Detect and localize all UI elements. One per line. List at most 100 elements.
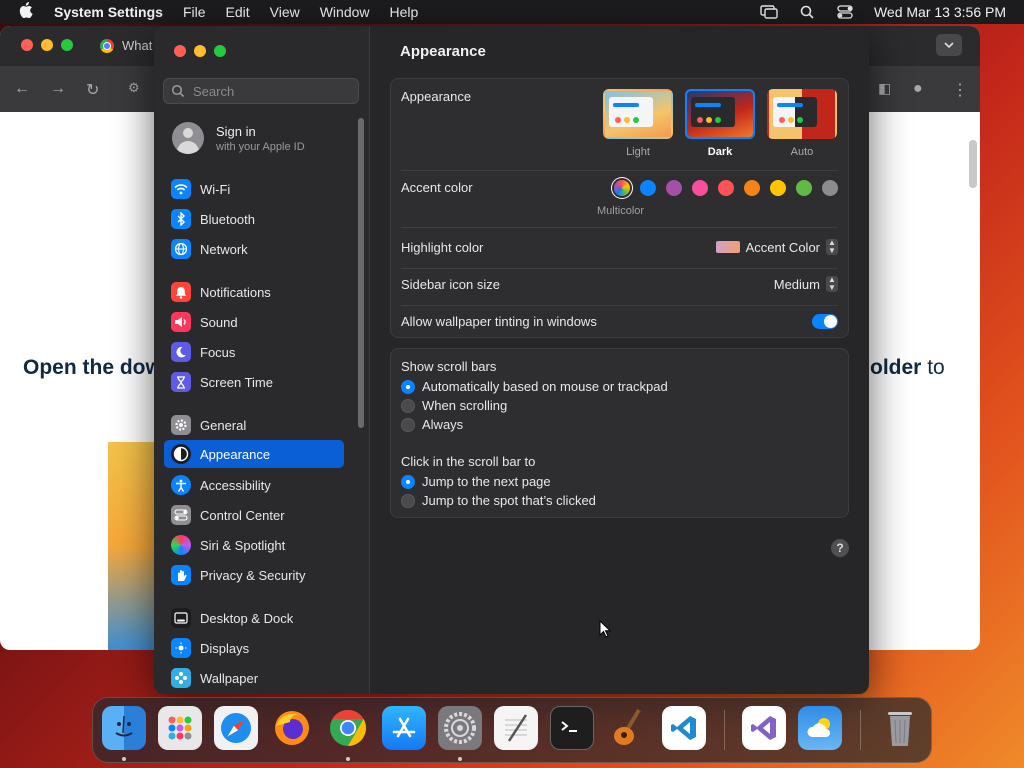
sidebar-item-focus[interactable]: Focus [164, 338, 344, 366]
sidebar-item-label: Notifications [200, 284, 271, 300]
menu-file[interactable]: File [183, 4, 206, 20]
network-icon [171, 239, 191, 259]
sidebar-scrollbar[interactable] [358, 118, 364, 428]
browser-tab[interactable]: What [100, 38, 152, 53]
menubar-clock[interactable]: Wed Mar 13 3:56 PM [874, 4, 1006, 20]
search-field[interactable] [163, 78, 359, 104]
app-store-icon[interactable] [382, 706, 426, 750]
sidebar-item-sound[interactable]: Sound [164, 308, 344, 336]
spotlight-search-icon[interactable] [798, 5, 816, 19]
menu-window[interactable]: Window [320, 4, 370, 20]
finder-icon[interactable] [102, 706, 146, 750]
terminal-icon[interactable] [550, 706, 594, 750]
more-menu-icon[interactable]: ⋮ [952, 80, 968, 100]
textedit-icon[interactable] [494, 706, 538, 750]
sidebar-item-accessibility[interactable]: Accessibility [164, 471, 344, 499]
wallpaper-tinting-toggle[interactable] [812, 314, 838, 329]
highlight-color-swatch [715, 241, 740, 253]
sidebar-item-displays[interactable]: Displays [164, 634, 344, 662]
garageband-icon[interactable] [606, 706, 650, 750]
chrome-icon[interactable] [326, 706, 370, 750]
sidebar-item-general[interactable]: General [164, 411, 344, 439]
safari-icon[interactable] [214, 706, 258, 750]
forward-arrow-icon[interactable]: → [50, 80, 66, 98]
menu-edit[interactable]: Edit [226, 4, 250, 20]
firefox-icon[interactable] [270, 706, 314, 750]
reload-icon[interactable]: ↻ [86, 80, 99, 100]
radio-button[interactable] [401, 379, 415, 394]
scroll-option-always[interactable]: Always [401, 417, 463, 432]
sidebar-item-appearance[interactable]: Appearance [164, 440, 344, 468]
sidebar-item-notifications[interactable]: Notifications [164, 278, 344, 306]
help-button[interactable]: ? [831, 539, 849, 557]
weather-icon[interactable] [798, 706, 842, 750]
screen-mirroring-icon[interactable] [760, 5, 778, 19]
radio-label: Jump to the spot that’s clicked [422, 493, 596, 508]
radio-button[interactable] [401, 474, 415, 489]
accent-red-swatch[interactable] [718, 180, 734, 196]
back-arrow-icon[interactable]: ← [14, 80, 30, 98]
sidebar-item-siri-spotlight[interactable]: Siri & Spotlight [164, 531, 344, 559]
dock [92, 697, 932, 763]
accent-purple-swatch[interactable] [666, 180, 682, 196]
accent-blue-swatch[interactable] [640, 180, 656, 196]
sidebar-item-screen-time[interactable]: Screen Time [164, 368, 344, 396]
click-option-next-page[interactable]: Jump to the next page [401, 474, 551, 489]
visual-studio-icon[interactable] [742, 706, 786, 750]
scroll-option-when-scrolling[interactable]: When scrolling [401, 398, 507, 413]
browser-minimize-button[interactable] [41, 39, 53, 51]
close-button[interactable] [174, 45, 186, 57]
side-panel-icon[interactable]: ◧ [878, 80, 891, 97]
accent-graphite-swatch[interactable] [822, 180, 838, 196]
highlight-color-popup[interactable]: Accent Color ▲ ▼ [715, 239, 838, 255]
page-title: Appearance [400, 43, 486, 60]
sidebar-item-network[interactable]: Network [164, 235, 344, 263]
search-input[interactable] [191, 82, 355, 100]
tab-search-button[interactable] [936, 34, 962, 56]
minimize-button[interactable] [194, 45, 206, 57]
sidebar-item-privacy-security[interactable]: Privacy & Security [164, 561, 344, 589]
light-theme-thumbnail [603, 89, 673, 139]
apple-menu-icon[interactable] [14, 2, 38, 22]
sidebar-item-wifi[interactable]: Wi-Fi [164, 175, 344, 203]
sidebar-item-bluetooth[interactable]: Bluetooth [164, 205, 344, 233]
sidebar-item-label: Network [200, 241, 248, 257]
appearance-option-auto[interactable]: Auto [767, 89, 837, 158]
sidebar-item-label: Sound [200, 314, 238, 330]
radio-button[interactable] [401, 417, 415, 432]
accent-yellow-swatch[interactable] [770, 180, 786, 196]
site-settings-icon[interactable]: ⚙ [128, 80, 140, 96]
accent-pink-swatch[interactable] [692, 180, 708, 196]
sidebar-icon-size-popup[interactable]: Medium ▲ ▼ [774, 276, 838, 292]
browser-close-button[interactable] [21, 39, 33, 51]
menu-help[interactable]: Help [390, 4, 419, 20]
menu-view[interactable]: View [270, 4, 300, 20]
profile-icon[interactable]: ● [913, 80, 923, 98]
browser-scrollbar[interactable] [969, 140, 977, 188]
running-indicator [346, 757, 350, 761]
menu-app-name[interactable]: System Settings [54, 4, 163, 20]
zoom-button[interactable] [214, 45, 226, 57]
appearance-option-light[interactable]: Light [603, 89, 673, 158]
sidebar-item-control-center[interactable]: Control Center [164, 501, 344, 529]
visual-studio-code-icon[interactable] [662, 706, 706, 750]
control-center-icon[interactable] [836, 5, 854, 19]
launchpad-icon[interactable] [158, 706, 202, 750]
appearance-option-dark[interactable]: Dark [685, 89, 755, 158]
click-option-spot-clicked[interactable]: Jump to the spot that’s clicked [401, 493, 596, 508]
apple-id-signin[interactable]: Sign in with your Apple ID [172, 122, 305, 154]
radio-label: When scrolling [422, 398, 508, 413]
hand-icon [171, 565, 191, 585]
browser-zoom-button[interactable] [61, 39, 73, 51]
accent-orange-swatch[interactable] [744, 180, 760, 196]
accent-multicolor-swatch[interactable] [614, 180, 630, 196]
trash-icon[interactable] [878, 706, 922, 750]
sidebar-item-desktop-dock[interactable]: Desktop & Dock [164, 604, 344, 632]
radio-button[interactable] [401, 398, 415, 413]
system-settings-icon[interactable] [438, 706, 482, 750]
scroll-option-automatic[interactable]: Automatically based on mouse or trackpad [401, 379, 668, 394]
radio-button[interactable] [401, 493, 415, 508]
accent-color-picker [614, 180, 838, 196]
accent-green-swatch[interactable] [796, 180, 812, 196]
sidebar-item-wallpaper[interactable]: Wallpaper [164, 664, 344, 692]
